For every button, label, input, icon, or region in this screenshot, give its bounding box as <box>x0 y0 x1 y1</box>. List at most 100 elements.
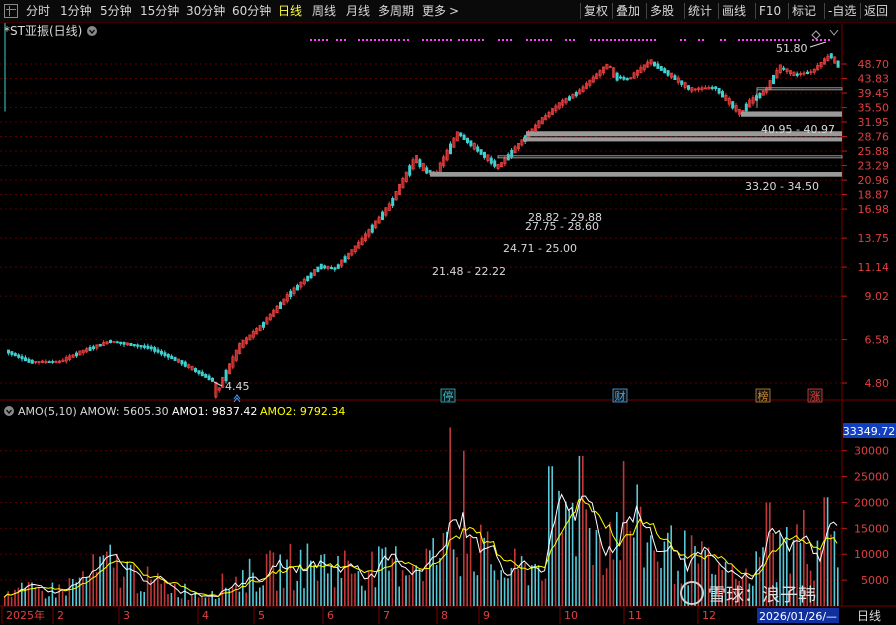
candle-body <box>17 354 21 358</box>
candle-body <box>13 353 17 357</box>
amo-bar <box>527 585 530 606</box>
amo-bar <box>231 587 234 606</box>
amo-bar <box>238 591 241 606</box>
time-label-6: 7 <box>383 609 390 622</box>
amo-bar <box>191 595 193 606</box>
amo-bar <box>609 522 611 606</box>
amo-bar <box>684 530 686 606</box>
tool-button-2[interactable]: 多股 <box>650 3 674 19</box>
amow-value: AMOW: 5605.30 <box>80 405 169 418</box>
period-tab-5[interactable]: 60分钟 <box>232 3 271 19</box>
tool-button-8[interactable]: 返回 <box>864 3 888 19</box>
candle-body <box>115 341 119 344</box>
amo-bar <box>524 563 526 606</box>
price-tick-label: 35.50 <box>858 102 890 115</box>
toolbar-separator <box>788 3 789 19</box>
amo-bar <box>123 576 125 606</box>
price-tick-label: 13.75 <box>858 232 890 245</box>
period-tab-9[interactable]: 多周期 <box>378 3 414 19</box>
amo-bar <box>72 579 74 606</box>
gap-label: 28.82 - 29.88 <box>528 211 602 224</box>
tool-button-6[interactable]: 标记 <box>792 3 816 19</box>
amo-bar <box>837 567 839 606</box>
amo-bar <box>592 565 594 606</box>
toolbar: 分时 1分钟 5分钟 15分钟 30分钟 60分钟 日线 周线 月线 多周期 更多 > 复权 叠加 多股 统计… <box>0 0 896 23</box>
candle-body <box>836 60 840 68</box>
amo-bar <box>643 567 645 606</box>
period-tab-6[interactable]: 日线 <box>278 3 302 19</box>
amo-bar <box>582 455 584 606</box>
candle-body <box>656 63 660 69</box>
amo-bar <box>262 585 264 606</box>
candlestick-series <box>4 0 840 399</box>
indicator-menu-icon[interactable] <box>4 406 14 416</box>
gap-label: 24.71 - 25.00 <box>503 242 577 255</box>
stock-chart[interactable]: 48.70 43.8339.45 35.5031.95 28.7625.88 23.29… <box>0 0 896 625</box>
time-label-1: 2 <box>57 609 64 622</box>
amo-bar <box>106 551 108 606</box>
amo-bar <box>211 591 213 606</box>
amo-bars <box>4 427 839 606</box>
candle-body <box>156 349 160 353</box>
amo-bar <box>65 595 67 606</box>
tool-button-1[interactable]: 叠加 <box>616 3 640 19</box>
amo-bar <box>826 497 829 606</box>
candle-body <box>465 137 469 143</box>
amo-bar <box>48 596 50 606</box>
tool-button-7[interactable]: -自选 <box>828 3 856 19</box>
collapse-chevron-icon[interactable] <box>829 29 839 36</box>
amo-bar <box>344 550 346 606</box>
amo-bar <box>313 565 315 606</box>
candle-body <box>408 165 412 176</box>
period-tab-1[interactable]: 1分钟 <box>60 3 92 19</box>
amo-bar <box>259 587 261 606</box>
more-chevron-icon[interactable]: > <box>449 3 459 19</box>
candle-body <box>673 75 677 81</box>
tool-button-5[interactable]: F10 <box>759 3 781 19</box>
candle-body <box>88 347 92 351</box>
event-marker-3[interactable]: 涨 <box>810 390 821 403</box>
candle-body <box>479 149 483 155</box>
candle-body <box>574 91 578 97</box>
chevron-down-icon[interactable] <box>87 26 97 36</box>
amo-bar <box>568 510 570 606</box>
indicator-name: AMO(5,10) <box>18 405 77 418</box>
amo-bar <box>561 532 564 606</box>
amo-bar <box>626 519 628 606</box>
amo-bar <box>636 484 638 606</box>
amo-bar <box>245 592 247 606</box>
period-tab-10[interactable]: 更多 <box>422 3 446 19</box>
period-tab-2[interactable]: 5分钟 <box>100 3 132 19</box>
period-tab-8[interactable]: 月线 <box>346 3 370 19</box>
tool-button-3[interactable]: 统计 <box>688 3 712 19</box>
period-tab-4[interactable]: 30分钟 <box>186 3 225 19</box>
event-marker-1[interactable]: 财 <box>615 389 626 403</box>
period-tab-0[interactable]: 分时 <box>26 3 50 19</box>
price-tick-label: 6.58 <box>865 334 890 347</box>
tool-button-4[interactable]: 画线 <box>722 3 746 19</box>
candle-body <box>829 53 833 59</box>
period-tab-3[interactable]: 15分钟 <box>140 3 179 19</box>
amo-bar <box>486 531 489 606</box>
tool-button-0[interactable]: 复权 <box>584 3 608 19</box>
event-marker-2[interactable]: 榜 <box>758 389 769 403</box>
event-marker-0[interactable]: 停 <box>443 389 454 403</box>
price-tick-label: 16.98 <box>858 203 890 216</box>
diamond-icon[interactable] <box>811 30 821 40</box>
amo-bar <box>439 558 441 606</box>
time-label-5: 6 <box>327 609 334 622</box>
grid-menu-icon[interactable] <box>4 4 18 18</box>
amo-bar <box>299 549 302 606</box>
candle-body <box>319 263 323 270</box>
candle-body <box>744 103 748 112</box>
amo-bar <box>337 555 339 606</box>
candle-body <box>30 359 34 364</box>
price-tick-label: 43.83 <box>858 73 890 86</box>
amo-bar <box>197 597 200 606</box>
toolbar-separator <box>755 3 756 19</box>
candle-body <box>7 349 11 354</box>
low-price-label: 4.45 <box>225 380 250 393</box>
amo-bar <box>303 588 305 606</box>
period-tab-7[interactable]: 周线 <box>312 3 336 19</box>
amo-bar <box>269 550 271 606</box>
